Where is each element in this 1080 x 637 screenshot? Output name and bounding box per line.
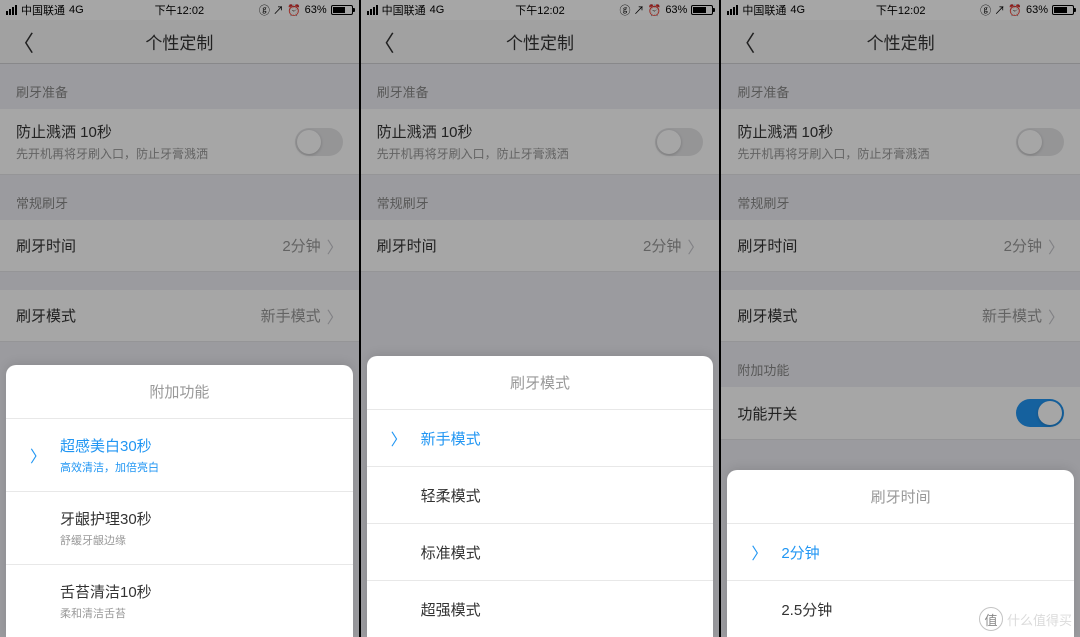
watermark-text: 什么值得买 bbox=[1007, 610, 1072, 629]
check-icon: 〉 bbox=[30, 443, 46, 467]
action-sheet-mode: 刷牙模式 〉 新手模式 〉 轻柔模式 〉 标准模式 〉 超强模式 bbox=[367, 356, 714, 637]
sheet-option[interactable]: 〉 超感美白30秒高效清洁，加倍亮白 bbox=[6, 419, 353, 492]
sheet-option[interactable]: 〉 新手模式 bbox=[367, 410, 714, 467]
watermark-icon: 值 bbox=[979, 607, 1003, 631]
phone-screen-1: 中国联通 4G 下午12:02 ⓖ ↗ ⏰ 63% 〈 个性定制 刷牙准备 防止… bbox=[0, 0, 359, 637]
sheet-title: 附加功能 bbox=[6, 365, 353, 419]
action-sheet-extra: 附加功能 〉 超感美白30秒高效清洁，加倍亮白 〉 牙龈护理30秒舒缓牙龈边缘 … bbox=[6, 365, 353, 637]
phone-screen-3: 中国联通 4G 下午12:02 ⓖ ↗ ⏰ 63% 〈 个性定制 刷牙准备 防止… bbox=[721, 0, 1080, 637]
sheet-option[interactable]: 〉 2分钟 bbox=[727, 524, 1074, 581]
sheet-option[interactable]: 〉 舌苔清洁10秒柔和清洁舌苔 bbox=[6, 565, 353, 637]
check-icon: 〉 bbox=[751, 540, 767, 564]
check-icon: 〉 bbox=[391, 426, 407, 450]
phone-screen-2: 中国联通 4G 下午12:02 ⓖ ↗ ⏰ 63% 〈 个性定制 刷牙准备 防止… bbox=[361, 0, 720, 637]
sheet-option[interactable]: 〉 轻柔模式 bbox=[367, 467, 714, 524]
sheet-option[interactable]: 〉 超强模式 bbox=[367, 581, 714, 637]
sheet-option[interactable]: 〉 标准模式 bbox=[367, 524, 714, 581]
watermark: 值 什么值得买 bbox=[979, 607, 1072, 631]
sheet-option[interactable]: 〉 牙龈护理30秒舒缓牙龈边缘 bbox=[6, 492, 353, 565]
